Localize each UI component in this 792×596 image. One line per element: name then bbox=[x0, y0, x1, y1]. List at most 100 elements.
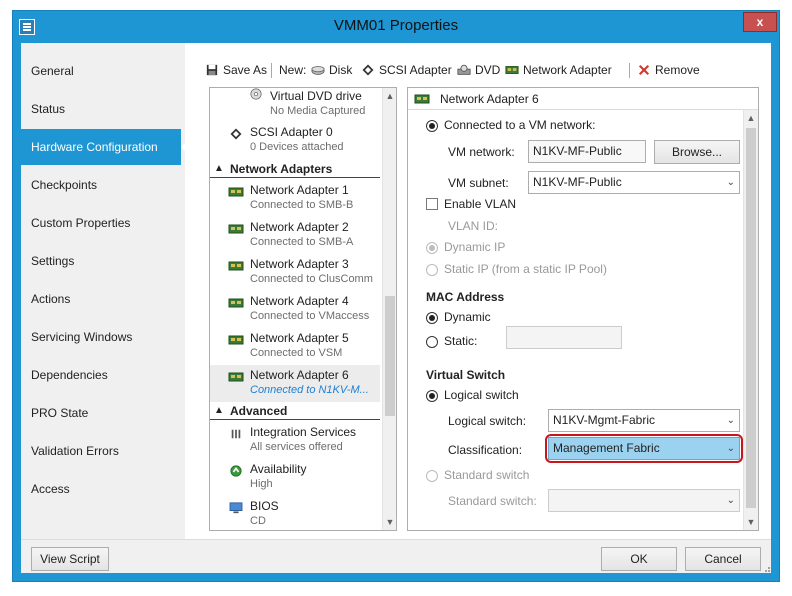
disk-icon bbox=[311, 66, 325, 75]
connected-vm-network-radio[interactable] bbox=[426, 120, 438, 132]
vm-subnet-select[interactable]: N1KV-MF-Public ⌄ bbox=[528, 171, 740, 194]
view-script-button[interactable]: View Script bbox=[31, 547, 109, 571]
details-scrollbar[interactable]: ▲ ▼ bbox=[743, 110, 758, 530]
group-title: Advanced bbox=[230, 404, 288, 418]
dvd-disc-icon bbox=[250, 88, 262, 100]
static-ip-radio[interactable] bbox=[426, 264, 438, 276]
details-header: Network Adapter 6 bbox=[408, 88, 758, 110]
cancel-button[interactable]: Cancel bbox=[685, 547, 761, 571]
list-item-title: Integration Services bbox=[250, 425, 357, 439]
scroll-up-icon[interactable]: ▲ bbox=[383, 88, 396, 104]
chevron-down-icon: ⌄ bbox=[726, 415, 735, 426]
network-adapter-icon bbox=[228, 261, 244, 271]
scrollbar-thumb[interactable] bbox=[746, 128, 756, 508]
hardware-list: Virtual DVD drive No Media Captured SCSI… bbox=[209, 87, 397, 531]
list-item-network-adapter-4[interactable]: Network Adapter 4 Connected to VMaccess bbox=[210, 291, 380, 328]
save-as-button[interactable]: Save As bbox=[205, 63, 267, 77]
standard-switch-select[interactable]: ⌄ bbox=[548, 489, 740, 512]
standard-switch-radio[interactable] bbox=[426, 470, 438, 482]
toolbar-divider bbox=[271, 63, 272, 78]
scsi-adapter-label: SCSI Adapter bbox=[379, 63, 452, 77]
list-item-network-adapter-6[interactable]: Network Adapter 6 Connected to N1KV-M... bbox=[210, 365, 380, 402]
scrollbar-thumb[interactable] bbox=[385, 296, 395, 416]
network-adapter-details: Network Adapter 6 Connected to a VM netw… bbox=[407, 87, 759, 531]
nav-item-general[interactable]: General bbox=[21, 53, 185, 89]
remove-x-icon bbox=[638, 64, 650, 76]
network-adapter-icon bbox=[228, 335, 244, 345]
nav-item-custom-properties[interactable]: Custom Properties bbox=[21, 205, 185, 241]
mac-static-field[interactable] bbox=[506, 326, 622, 349]
list-item-network-adapter-3[interactable]: Network Adapter 3 Connected to ClusComm bbox=[210, 254, 380, 291]
chevron-down-icon: ⌄ bbox=[726, 443, 735, 454]
properties-window: VMM01 Properties x General Status Hardwa… bbox=[12, 10, 780, 582]
logical-switch-radio[interactable] bbox=[426, 390, 438, 402]
list-item-bios[interactable]: BIOS CD bbox=[210, 496, 380, 530]
dynamic-ip-label: Dynamic IP bbox=[444, 240, 506, 254]
save-icon bbox=[206, 64, 218, 76]
mac-dynamic-radio[interactable] bbox=[426, 312, 438, 324]
ok-button[interactable]: OK bbox=[601, 547, 677, 571]
enable-vlan-checkbox[interactable] bbox=[426, 198, 438, 210]
classification-select[interactable]: Management Fabric ⌄ bbox=[548, 437, 740, 460]
vm-subnet-value: N1KV-MF-Public bbox=[533, 175, 622, 189]
list-item-title: Network Adapter 6 bbox=[250, 368, 349, 382]
scroll-down-icon[interactable]: ▼ bbox=[383, 514, 396, 530]
list-item-subtitle: Connected to VMaccess bbox=[250, 310, 370, 322]
new-scsi-adapter-button[interactable]: SCSI Adapter bbox=[361, 63, 452, 77]
nav-item-pro-state[interactable]: PRO State bbox=[21, 395, 185, 431]
scroll-down-icon[interactable]: ▼ bbox=[744, 514, 758, 530]
scsi-icon bbox=[230, 128, 242, 140]
scsi-icon bbox=[362, 64, 374, 76]
nav-item-access[interactable]: Access bbox=[21, 471, 185, 507]
network-adapters-group-header[interactable]: ▲ Network Adapters bbox=[210, 160, 380, 178]
new-dvd-button[interactable]: DVD bbox=[457, 63, 500, 77]
list-item-subtitle: All services offered bbox=[250, 441, 343, 453]
advanced-group-header[interactable]: ▲ Advanced bbox=[210, 402, 380, 420]
logical-switch-select[interactable]: N1KV-Mgmt-Fabric ⌄ bbox=[548, 409, 740, 432]
browse-button[interactable]: Browse... bbox=[654, 140, 740, 164]
new-label: New: bbox=[279, 63, 307, 77]
network-adapter-icon bbox=[505, 66, 519, 74]
nav-item-dependencies[interactable]: Dependencies bbox=[21, 357, 185, 393]
close-button[interactable]: x bbox=[743, 12, 777, 32]
new-disk-button[interactable]: Disk bbox=[311, 63, 352, 77]
details-header-title: Network Adapter 6 bbox=[440, 92, 539, 106]
window-title: VMM01 Properties bbox=[333, 17, 459, 34]
dvd-icon bbox=[457, 64, 471, 75]
availability-icon bbox=[230, 465, 242, 477]
nav-item-settings[interactable]: Settings bbox=[21, 243, 185, 279]
footer-divider bbox=[21, 539, 771, 540]
nav-item-status[interactable]: Status bbox=[21, 91, 185, 127]
resize-grip-icon[interactable] bbox=[763, 565, 771, 573]
enable-vlan-label: Enable VLAN bbox=[444, 197, 517, 211]
remove-button[interactable]: Remove bbox=[637, 63, 700, 77]
list-item-subtitle: Connected to SMB-A bbox=[250, 236, 354, 248]
list-item-title: Availability bbox=[250, 462, 307, 476]
list-item-title: Network Adapter 2 bbox=[250, 220, 349, 234]
main-content: Save As New: Disk SCSI Adapter DVD Netwo… bbox=[185, 43, 771, 539]
nav-item-servicing-windows[interactable]: Servicing Windows bbox=[21, 319, 185, 355]
scroll-up-icon[interactable]: ▲ bbox=[744, 110, 758, 126]
list-item-scsi-adapter[interactable]: SCSI Adapter 0 0 Devices attached bbox=[210, 122, 380, 159]
new-network-adapter-button[interactable]: Network Adapter bbox=[505, 63, 612, 77]
list-item-availability[interactable]: Availability High bbox=[210, 459, 380, 496]
list-item-network-adapter-5[interactable]: Network Adapter 5 Connected to VSM bbox=[210, 328, 380, 365]
title-bar[interactable]: VMM01 Properties x bbox=[13, 11, 779, 43]
logical-switch-radio-label: Logical switch bbox=[444, 388, 519, 402]
nav-item-validation-errors[interactable]: Validation Errors bbox=[21, 433, 185, 469]
list-item-network-adapter-1[interactable]: Network Adapter 1 Connected to SMB-B bbox=[210, 180, 380, 217]
vm-network-field[interactable]: N1KV-MF-Public bbox=[528, 140, 646, 163]
list-item-subtitle: Connected to N1KV-M... bbox=[250, 384, 369, 396]
mac-dynamic-label: Dynamic bbox=[444, 310, 491, 324]
network-adapter-icon bbox=[228, 372, 244, 382]
nav-item-checkpoints[interactable]: Checkpoints bbox=[21, 167, 185, 203]
list-item-title: Network Adapter 5 bbox=[250, 331, 349, 345]
nav-item-hardware-configuration[interactable]: Hardware Configuration bbox=[21, 129, 190, 165]
nav-item-actions[interactable]: Actions bbox=[21, 281, 185, 317]
list-item-integration-services[interactable]: Integration Services All services offere… bbox=[210, 422, 380, 459]
mac-static-radio[interactable] bbox=[426, 336, 438, 348]
list-item-network-adapter-2[interactable]: Network Adapter 2 Connected to SMB-A bbox=[210, 217, 380, 254]
dynamic-ip-radio[interactable] bbox=[426, 242, 438, 254]
list-item-virtual-dvd[interactable]: Virtual DVD drive No Media Captured bbox=[210, 88, 380, 123]
hardware-list-scrollbar[interactable]: ▲ ▼ bbox=[382, 88, 396, 530]
